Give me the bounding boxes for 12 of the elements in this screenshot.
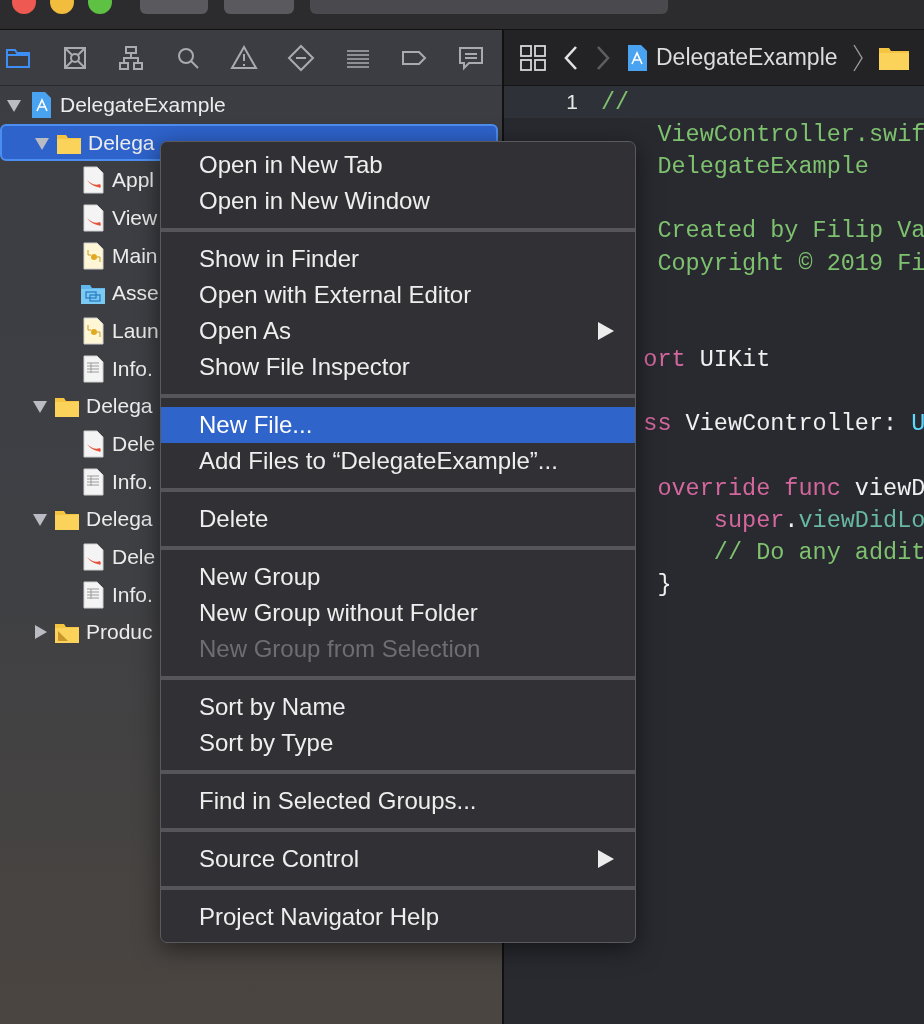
code-line: // Do any addit [712, 539, 924, 567]
code-line: override func viewD [656, 474, 924, 502]
code-line: } [656, 571, 672, 599]
line-number: 1 [566, 90, 578, 114]
code-line: // [601, 88, 630, 116]
code-line: ss ViewController: U [642, 410, 924, 438]
code-line: ViewController.swif [656, 120, 924, 148]
code-line: ort UIKit [642, 346, 771, 374]
code-line: super.viewDidLo [712, 507, 924, 535]
code-line: Copyright © 2019 Fi [656, 249, 924, 277]
code-line: Created by Filip Va [656, 217, 924, 245]
code-line: DelegateExample [656, 152, 869, 180]
